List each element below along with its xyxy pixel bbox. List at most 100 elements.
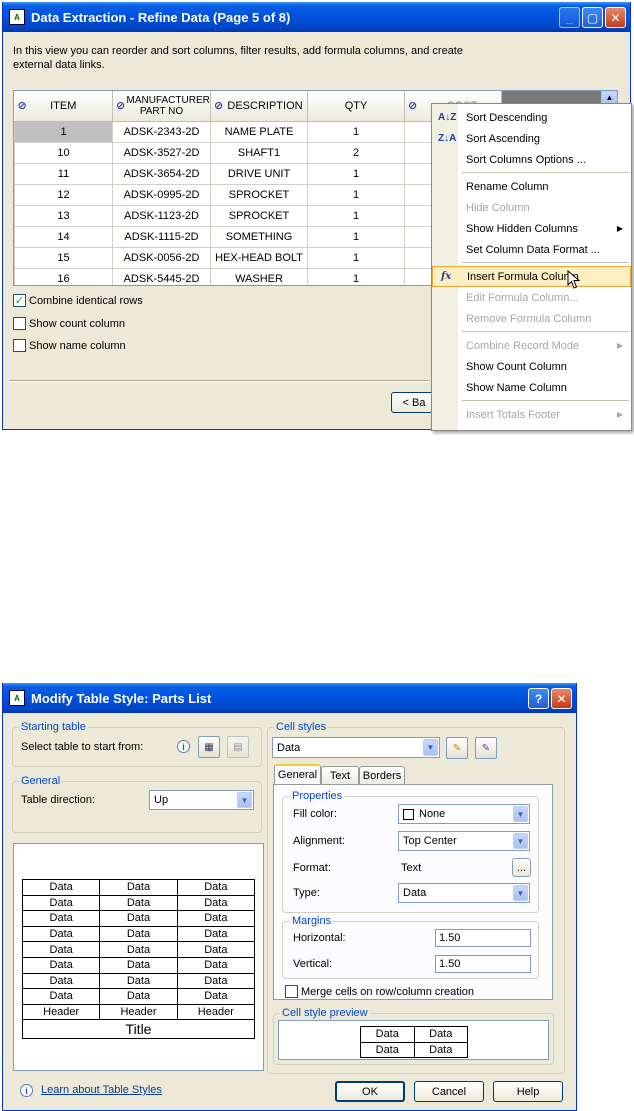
table-cell[interactable]: 11 xyxy=(14,162,113,185)
table-cell[interactable]: ADSK-5445-2D xyxy=(112,267,211,285)
preview-cell: Data xyxy=(360,1041,415,1059)
horizontal-margin-input[interactable]: 1.50 xyxy=(435,929,531,947)
menu-item-set-column-data-format[interactable]: Set Column Data Format ... xyxy=(432,239,631,260)
manage-cell-styles-button[interactable]: ✎ xyxy=(475,737,497,759)
color-swatch xyxy=(403,808,414,820)
menu-item-label: Sort Ascending xyxy=(466,132,540,145)
menu-item-show-count-column[interactable]: Show Count Column xyxy=(432,356,631,377)
table-cell[interactable]: ADSK-3654-2D xyxy=(112,162,211,185)
create-cell-style-button[interactable]: ✎ xyxy=(446,737,468,759)
table-cell[interactable]: NAME PLATE xyxy=(210,120,308,143)
menu-item-label: Sort Descending xyxy=(466,111,548,124)
merge-cells-checkbox[interactable] xyxy=(285,985,298,998)
table-cell[interactable]: 1 xyxy=(307,162,405,185)
menu-item-show-name-column[interactable]: Show Name Column xyxy=(432,377,631,398)
menu-item-sort-descending[interactable]: A↓Z Sort Descending xyxy=(432,107,631,128)
table-cell[interactable]: ADSK-1115-2D xyxy=(112,225,211,248)
type-select[interactable]: Data ▼ xyxy=(398,883,530,903)
table-cell[interactable]: 1 xyxy=(307,246,405,269)
column-header-item[interactable]: ⊘ ITEM xyxy=(14,91,113,122)
cancel-button[interactable]: Cancel xyxy=(414,1081,484,1102)
show-name-checkbox-row[interactable]: Show name column xyxy=(13,339,126,352)
table-cell[interactable]: 1 xyxy=(307,204,405,227)
menu-item-hide-column[interactable]: Hide Column xyxy=(432,197,631,218)
table-cell[interactable]: 16 xyxy=(14,267,113,285)
table-cell[interactable]: ADSK-0056-2D xyxy=(112,246,211,269)
learn-info-icon: i xyxy=(20,1084,33,1097)
menu-item-insert-formula-column[interactable]: fx Insert Formula Column xyxy=(432,266,631,287)
tab-general[interactable]: General xyxy=(274,764,321,784)
show-count-checkbox[interactable] xyxy=(13,317,26,330)
menu-item-insert-totals-footer[interactable]: Insert Totals Footer ▶ xyxy=(432,404,631,425)
select-table-button[interactable]: ▦ xyxy=(198,736,220,758)
tab-text[interactable]: Text xyxy=(321,766,359,784)
preview-header-cell: Header xyxy=(176,1003,256,1021)
table-cell[interactable]: SOMETHING xyxy=(210,225,308,248)
data-extraction-titlebar[interactable]: A Data Extraction - Refine Data (Page 5 … xyxy=(3,2,630,32)
table-cell[interactable]: 10 xyxy=(14,141,113,164)
table-cell[interactable]: 2 xyxy=(307,141,405,164)
table-cell[interactable]: SPROCKET xyxy=(210,204,308,227)
vertical-margin-input[interactable]: 1.50 xyxy=(435,955,531,973)
help-button[interactable]: Help xyxy=(493,1081,563,1102)
table-cell[interactable]: ADSK-0995-2D xyxy=(112,183,211,206)
table-direction-select[interactable]: Up ▼ xyxy=(149,790,254,810)
table-cell[interactable]: 1 xyxy=(307,225,405,248)
close-button[interactable]: ✕ xyxy=(551,688,572,709)
column-header-description[interactable]: ⊘ DESCRIPTION xyxy=(210,91,308,122)
minimize-button[interactable]: _ xyxy=(559,7,580,28)
horizontal-label: Horizontal: xyxy=(293,932,346,944)
table-cell[interactable]: ADSK-1123-2D xyxy=(112,204,211,227)
table-cell[interactable]: ADSK-3527-2D xyxy=(112,141,211,164)
table-cell[interactable]: 1 xyxy=(14,120,113,143)
menu-item-label: Hide Column xyxy=(466,201,530,214)
table-cell[interactable]: 1 xyxy=(307,183,405,206)
menu-item-remove-formula-column[interactable]: Remove Formula Column xyxy=(432,308,631,329)
info-icon[interactable]: i xyxy=(177,740,190,753)
table-cell[interactable]: 12 xyxy=(14,183,113,206)
table-cell[interactable]: SPROCKET xyxy=(210,183,308,206)
close-button[interactable]: ✕ xyxy=(605,7,626,28)
ok-button[interactable]: OK xyxy=(335,1081,405,1102)
table-cell[interactable]: 1 xyxy=(307,267,405,285)
menu-item-sort-ascending[interactable]: Z↓A Sort Ascending xyxy=(432,128,631,149)
table-cell[interactable]: 15 xyxy=(14,246,113,269)
show-name-checkbox[interactable] xyxy=(13,339,26,352)
table-cell[interactable]: 14 xyxy=(14,225,113,248)
menu-item-edit-formula-column[interactable]: Edit Formula Column... xyxy=(432,287,631,308)
table-cell[interactable]: 13 xyxy=(14,204,113,227)
table-cell[interactable]: ADSK-2343-2D xyxy=(112,120,211,143)
preview-data-cell: Data xyxy=(99,972,178,990)
table-cell[interactable]: 1 xyxy=(307,120,405,143)
learn-table-styles-link[interactable]: Learn about Table Styles xyxy=(41,1084,162,1096)
alignment-select[interactable]: Top Center ▼ xyxy=(398,831,530,851)
combine-rows-checkbox-row[interactable]: ✓ Combine identical rows xyxy=(13,294,143,307)
column-header-qty[interactable]: QTY xyxy=(307,91,405,122)
cell-style-select[interactable]: Data ▼ xyxy=(272,737,440,758)
menu-item-combine-record-mode[interactable]: Combine Record Mode ▶ xyxy=(432,335,631,356)
menu-item-rename-column[interactable]: Rename Column xyxy=(432,176,631,197)
table-cell[interactable]: WASHER xyxy=(210,267,308,285)
table-style-titlebar[interactable]: A Modify Table Style: Parts List ? ✕ xyxy=(3,683,576,713)
tab-borders[interactable]: Borders xyxy=(359,766,405,784)
maximize-button[interactable]: ▢ xyxy=(582,7,603,28)
preview-data-cell: Data xyxy=(21,956,101,974)
remove-starting-table-button[interactable]: ▤ xyxy=(227,736,249,758)
format-ellipsis-button[interactable]: ... xyxy=(512,858,531,877)
chain-link-icon: ⊘ xyxy=(116,100,126,112)
menu-separator xyxy=(462,331,629,332)
merge-cells-checkbox-row[interactable]: Merge cells on row/column creation xyxy=(285,985,474,998)
combine-rows-checkbox[interactable]: ✓ xyxy=(13,294,26,307)
help-title-button[interactable]: ? xyxy=(528,688,549,709)
preview-data-cell: Data xyxy=(21,988,101,1005)
chevron-down-icon: ▼ xyxy=(513,885,528,901)
column-header-part-no[interactable]: ⊘ MANUFACTURER PART NO xyxy=(112,91,211,122)
menu-item-show-hidden-columns[interactable]: Show Hidden Columns ▶ xyxy=(432,218,631,239)
menu-item-sort-columns-options[interactable]: Sort Columns Options ... xyxy=(432,149,631,170)
table-cell[interactable]: SHAFT1 xyxy=(210,141,308,164)
fill-color-select[interactable]: None ▼ xyxy=(398,804,530,824)
properties-label: Properties xyxy=(290,790,345,802)
show-count-checkbox-row[interactable]: Show count column xyxy=(13,317,125,330)
table-cell[interactable]: DRIVE UNIT xyxy=(210,162,308,185)
table-cell[interactable]: HEX-HEAD BOLT xyxy=(210,246,308,269)
